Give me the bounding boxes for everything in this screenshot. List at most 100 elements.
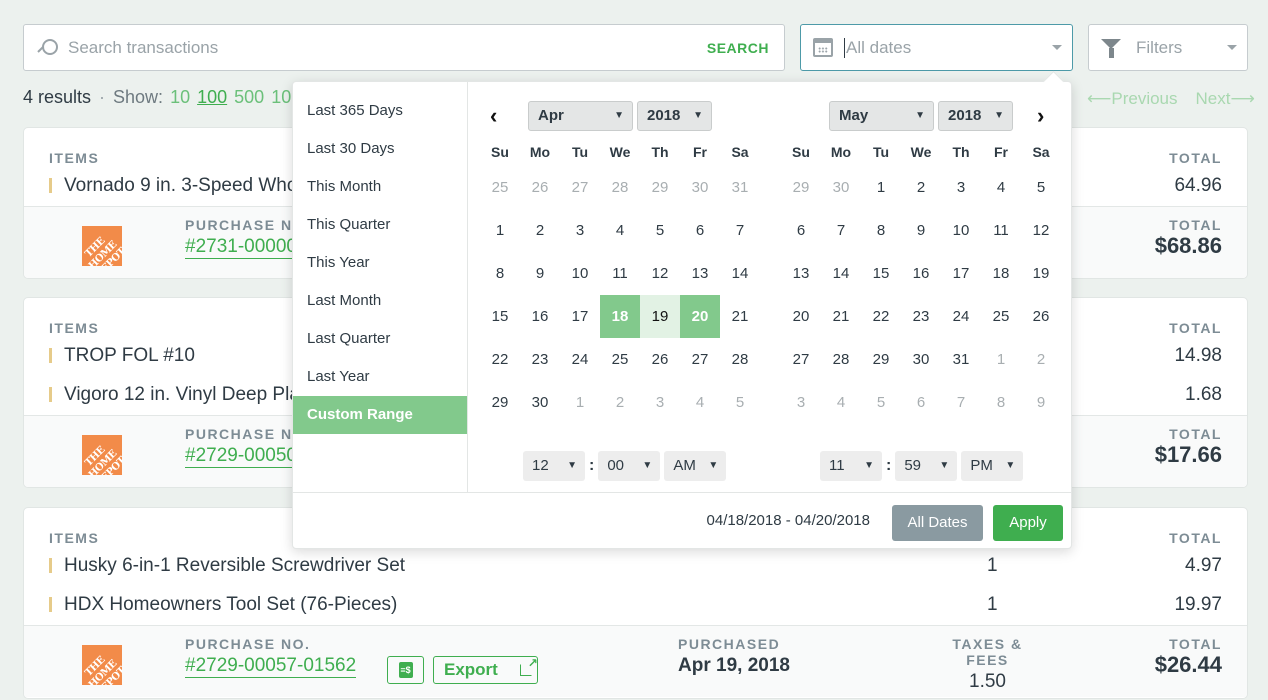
- calendar-day[interactable]: 10: [560, 252, 600, 295]
- export-button[interactable]: Export: [433, 656, 538, 684]
- calendar-day[interactable]: 26: [640, 338, 680, 381]
- calendar-day[interactable]: 29: [861, 338, 901, 381]
- search-input[interactable]: [68, 37, 707, 58]
- calendar-day[interactable]: 6: [901, 381, 941, 424]
- calendar-day[interactable]: 20: [680, 295, 720, 338]
- range-option[interactable]: Last Quarter: [293, 320, 467, 358]
- calendar-day[interactable]: 1: [480, 209, 520, 252]
- range-option[interactable]: Last 30 Days: [293, 130, 467, 168]
- calendar-day[interactable]: 3: [640, 381, 680, 424]
- range-option[interactable]: Last Month: [293, 282, 467, 320]
- minute-select[interactable]: 00: [598, 451, 661, 481]
- calendar-day[interactable]: 21: [821, 295, 861, 338]
- apply-button[interactable]: Apply: [993, 505, 1063, 541]
- calendar-day[interactable]: 19: [640, 295, 680, 338]
- calendar-day[interactable]: 18: [981, 252, 1021, 295]
- calendar-day[interactable]: 1: [981, 338, 1021, 381]
- ampm-select[interactable]: PM: [961, 451, 1024, 481]
- calendar-day[interactable]: 27: [560, 166, 600, 209]
- calendar-day[interactable]: 29: [640, 166, 680, 209]
- calendar-day[interactable]: 12: [1021, 209, 1061, 252]
- filters-dropdown[interactable]: Filters: [1088, 24, 1248, 71]
- minute-select[interactable]: 59: [895, 451, 958, 481]
- calendar-day[interactable]: 17: [941, 252, 981, 295]
- calendar-day[interactable]: 29: [480, 381, 520, 424]
- calendar-day[interactable]: 30: [821, 166, 861, 209]
- receipt-button[interactable]: ≡$: [387, 656, 424, 684]
- calendar-day[interactable]: 31: [941, 338, 981, 381]
- calendar-day[interactable]: 24: [560, 338, 600, 381]
- calendar-day[interactable]: 24: [941, 295, 981, 338]
- calendar-day[interactable]: 30: [680, 166, 720, 209]
- calendar-day[interactable]: 5: [861, 381, 901, 424]
- calendar-day[interactable]: 28: [720, 338, 760, 381]
- calendar-day[interactable]: 8: [981, 381, 1021, 424]
- calendar-day[interactable]: 28: [600, 166, 640, 209]
- calendar-day[interactable]: 15: [861, 252, 901, 295]
- calendar-day[interactable]: 8: [861, 209, 901, 252]
- calendar-day[interactable]: 2: [600, 381, 640, 424]
- calendar-day[interactable]: 8: [480, 252, 520, 295]
- calendar-day[interactable]: 3: [781, 381, 821, 424]
- calendar-day[interactable]: 29: [781, 166, 821, 209]
- hour-select[interactable]: 11: [820, 451, 882, 481]
- calendar-day[interactable]: 12: [640, 252, 680, 295]
- calendar-day[interactable]: 7: [720, 209, 760, 252]
- calendar-day[interactable]: 9: [520, 252, 560, 295]
- calendar-day[interactable]: 5: [640, 209, 680, 252]
- year-select[interactable]: 2018: [637, 101, 712, 131]
- calendar-day[interactable]: 10: [941, 209, 981, 252]
- calendar-day[interactable]: 14: [821, 252, 861, 295]
- search-button[interactable]: SEARCH: [707, 40, 769, 56]
- calendar-day[interactable]: 7: [821, 209, 861, 252]
- calendar-day[interactable]: 14: [720, 252, 760, 295]
- calendar-day[interactable]: 16: [520, 295, 560, 338]
- calendar-day[interactable]: 21: [720, 295, 760, 338]
- calendar-day[interactable]: 20: [781, 295, 821, 338]
- calendar-day[interactable]: 4: [981, 166, 1021, 209]
- calendar-day[interactable]: 18: [600, 295, 640, 338]
- calendar-day[interactable]: 6: [680, 209, 720, 252]
- month-select[interactable]: Apr: [528, 101, 633, 131]
- calendar-day[interactable]: 31: [720, 166, 760, 209]
- calendar-day[interactable]: 13: [781, 252, 821, 295]
- calendar-day[interactable]: 13: [680, 252, 720, 295]
- calendar-day[interactable]: 3: [941, 166, 981, 209]
- calendar-day[interactable]: 26: [1021, 295, 1061, 338]
- purchase-number-link[interactable]: #2729-00057-01562: [185, 655, 357, 678]
- calendar-day[interactable]: 7: [941, 381, 981, 424]
- calendar-day[interactable]: 28: [821, 338, 861, 381]
- calendar-day[interactable]: 5: [720, 381, 760, 424]
- calendar-day[interactable]: 11: [600, 252, 640, 295]
- calendar-day[interactable]: 23: [520, 338, 560, 381]
- calendar-day[interactable]: 1: [861, 166, 901, 209]
- range-option[interactable]: Last 365 Days: [293, 92, 467, 130]
- calendar-day[interactable]: 2: [1021, 338, 1061, 381]
- calendar-day[interactable]: 4: [680, 381, 720, 424]
- calendar-day[interactable]: 30: [520, 381, 560, 424]
- calendar-day[interactable]: 22: [480, 338, 520, 381]
- calendar-day[interactable]: 9: [901, 209, 941, 252]
- calendar-day[interactable]: 23: [901, 295, 941, 338]
- calendar-day[interactable]: 22: [861, 295, 901, 338]
- calendar-day[interactable]: 6: [781, 209, 821, 252]
- calendar-day[interactable]: 1: [560, 381, 600, 424]
- next-month-icon[interactable]: ›: [1037, 103, 1044, 129]
- search-box[interactable]: SEARCH: [23, 24, 785, 71]
- previous-month-icon[interactable]: ‹: [490, 103, 497, 129]
- calendar-day[interactable]: 15: [480, 295, 520, 338]
- calendar-day[interactable]: 27: [680, 338, 720, 381]
- show-option-100[interactable]: 100: [197, 87, 227, 108]
- calendar-day[interactable]: 9: [1021, 381, 1061, 424]
- calendar-day[interactable]: 26: [520, 166, 560, 209]
- ampm-select[interactable]: AM: [664, 451, 727, 481]
- calendar-day[interactable]: 5: [1021, 166, 1061, 209]
- previous-link[interactable]: ⟵Previous: [1087, 89, 1178, 109]
- hour-select[interactable]: 12: [523, 451, 585, 481]
- show-option-10[interactable]: 10: [170, 87, 190, 108]
- calendar-day[interactable]: 4: [600, 209, 640, 252]
- date-filter[interactable]: All dates: [800, 24, 1073, 71]
- show-option-500[interactable]: 500: [234, 87, 264, 108]
- range-option[interactable]: This Quarter: [293, 206, 467, 244]
- all-dates-button[interactable]: All Dates: [892, 505, 983, 541]
